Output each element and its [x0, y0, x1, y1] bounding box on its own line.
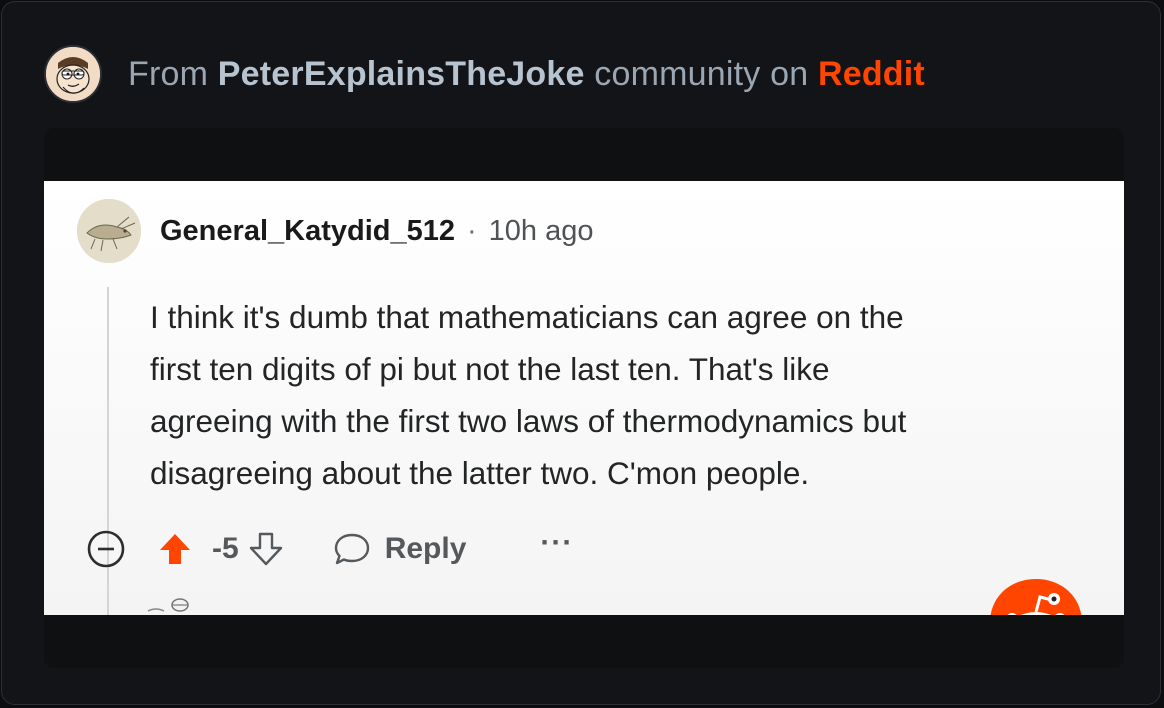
- downvote-icon[interactable]: [249, 531, 283, 567]
- comment-line: first ten digits of pi but not the last …: [150, 351, 830, 387]
- media-container: General_Katydid_512 · 10h ago I think it…: [44, 128, 1124, 668]
- katydid-avatar-icon[interactable]: [77, 199, 141, 263]
- comment-line: agreeing with the first two laws of ther…: [150, 403, 907, 439]
- reply-button[interactable]: Reply: [333, 531, 467, 567]
- brand-name[interactable]: Reddit: [818, 55, 925, 93]
- comment-body: I think it's dumb that mathematicians ca…: [150, 291, 1100, 499]
- embed-card: From PeterExplainsTheJoke community on R…: [1, 1, 1161, 705]
- reply-bubble-icon: [334, 533, 369, 565]
- meta-separator: ·: [466, 214, 477, 247]
- community-name[interactable]: PeterExplainsTheJoke: [218, 55, 585, 93]
- comment-actions: -5 Reply ···: [84, 521, 573, 577]
- attribution-prefix: From: [128, 54, 209, 93]
- comment-timestamp: 10h ago: [488, 214, 594, 247]
- peter-griffin-avatar-icon[interactable]: [44, 45, 102, 103]
- comment-meta: General_Katydid_512 · 10h ago: [160, 211, 593, 251]
- reddit-snoo-icon: [986, 575, 1086, 615]
- embed-header: From PeterExplainsTheJoke community on R…: [44, 42, 925, 106]
- upvote-icon[interactable]: [158, 531, 192, 567]
- collapse-icon[interactable]: [84, 527, 128, 571]
- vote-score: -5: [212, 532, 239, 565]
- reply-label: Reply: [384, 532, 467, 565]
- comment-line: disagreeing about the latter two. C'mon …: [150, 455, 810, 491]
- attribution-middle: community on: [594, 54, 809, 93]
- next-comment-avatar-fragment: [146, 595, 192, 615]
- source-attribution: From PeterExplainsTheJoke community on R…: [128, 55, 925, 94]
- comment-line: I think it's dumb that mathematicians ca…: [150, 299, 904, 335]
- more-options-icon[interactable]: ···: [540, 526, 573, 560]
- comment-screenshot[interactable]: General_Katydid_512 · 10h ago I think it…: [44, 181, 1124, 615]
- comment-username[interactable]: General_Katydid_512: [160, 215, 455, 248]
